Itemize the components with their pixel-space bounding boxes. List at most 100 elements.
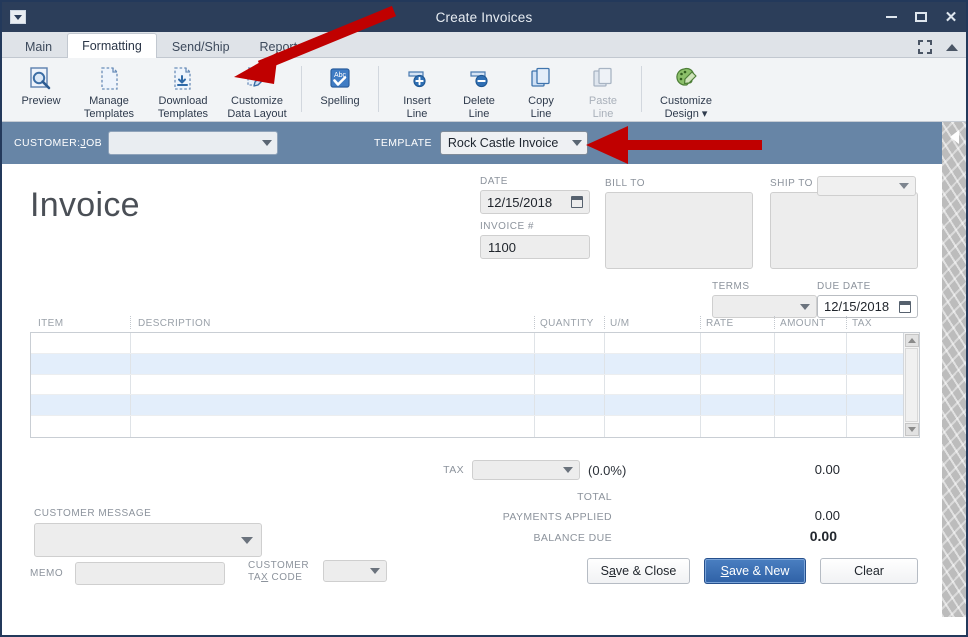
column-header-item: ITEM [38, 318, 64, 329]
chevron-down-icon [899, 183, 909, 189]
clear-label: Clear [854, 564, 884, 578]
scrollbar-thumb[interactable] [905, 348, 918, 422]
paste-line-button[interactable]: Paste Line [572, 62, 634, 120]
customer-tax-code-group: CUSTOMER TAX CODE [248, 560, 388, 584]
line-items-grid[interactable] [30, 332, 920, 438]
bill-to-textarea[interactable] [605, 192, 753, 269]
terms-label: TERMS [712, 281, 750, 292]
delete-line-button[interactable]: Delete Line [448, 62, 510, 120]
chevron-up-icon[interactable] [946, 43, 958, 51]
create-invoices-window: Create Invoices ✕ Main Formatting Send/S… [0, 0, 968, 637]
history-side-panel[interactable] [942, 122, 966, 617]
calendar-icon[interactable] [571, 196, 583, 208]
tab-strip-actions [918, 40, 958, 54]
spelling-button-label: Spelling [320, 95, 360, 107]
line-items-column-headers: ITEM DESCRIPTION QUANTITY U/M RATE AMOUN… [30, 314, 920, 332]
due-date-value: 12/15/2018 [824, 299, 890, 314]
expand-icon[interactable] [918, 40, 932, 54]
bill-to-field-group: BILL TO [605, 178, 753, 269]
preview-button-label: Preview [21, 95, 61, 107]
spelling-button[interactable]: Abc Spelling [309, 62, 371, 108]
invoice-number-input[interactable]: 1100 [480, 235, 590, 259]
customize-data-layout-button[interactable]: Customize Data Layout [220, 62, 294, 120]
customer-tax-code-dropdown[interactable] [323, 560, 388, 582]
scroll-up-arrow-icon[interactable] [904, 334, 919, 347]
table-row[interactable] [31, 353, 903, 375]
table-row[interactable] [31, 374, 903, 396]
chevron-left-icon[interactable] [949, 130, 959, 144]
customer-tax-code-label: CUSTOMER TAX CODE [248, 560, 310, 583]
download-templates-button[interactable]: Download Templates [146, 62, 220, 120]
column-header-rate: RATE [706, 318, 734, 329]
customize-design-button[interactable]: Customize Design ▾ [649, 62, 723, 120]
copy-line-button[interactable]: Copy Line [510, 62, 572, 120]
tax-dropdown[interactable] [472, 460, 580, 480]
tab-formatting[interactable]: Formatting [67, 33, 157, 58]
insert-line-icon [404, 65, 430, 93]
balance-due-amount: 0.00 [809, 528, 837, 544]
maximize-button[interactable] [912, 8, 930, 26]
window-controls: ✕ [882, 2, 960, 32]
column-divider [700, 316, 701, 329]
close-button[interactable]: ✕ [942, 8, 960, 26]
ship-to-address-dropdown[interactable] [817, 176, 916, 196]
save-and-close-button[interactable]: Save & Close [587, 558, 690, 584]
table-row[interactable] [31, 333, 903, 354]
terms-field-group: TERMS [712, 281, 817, 318]
column-divider [774, 316, 775, 329]
scroll-down-arrow-icon[interactable] [904, 423, 919, 436]
table-row[interactable] [31, 416, 903, 437]
chevron-down-icon [241, 536, 253, 544]
ribbon-group-templates: Preview Manage Templates Download Templa… [10, 62, 294, 120]
manage-templates-icon [96, 65, 122, 93]
customer-message-group: CUSTOMER MESSAGE [34, 508, 262, 557]
ribbon-group-spelling: Abc Spelling [309, 62, 371, 120]
ribbon-separator-3 [641, 66, 642, 112]
payments-applied-label: PAYMENTS APPLIED [502, 511, 612, 523]
column-header-amount: AMOUNT [780, 318, 826, 329]
memo-label: MEMO [30, 568, 64, 579]
title-bar: Create Invoices ✕ [2, 2, 966, 32]
table-row[interactable] [31, 395, 903, 417]
preview-magnifier-icon [28, 65, 54, 93]
date-label: DATE [480, 176, 508, 187]
ribbon-tab-strip: Main Formatting Send/Ship Reports [2, 32, 966, 58]
insert-line-button[interactable]: Insert Line [386, 62, 448, 120]
tax-row: TAX (0.0%) [442, 460, 626, 480]
due-date-field-group: DUE DATE 12/15/2018 [817, 281, 918, 318]
memo-input[interactable] [75, 562, 226, 585]
preview-button[interactable]: Preview [10, 62, 72, 108]
column-header-description: DESCRIPTION [138, 318, 211, 329]
spelling-abc-check-icon: Abc [327, 65, 353, 93]
calendar-icon[interactable] [899, 300, 911, 313]
column-divider [130, 316, 131, 329]
tab-reports[interactable]: Reports [245, 35, 319, 57]
tab-send-ship[interactable]: Send/Ship [157, 35, 245, 57]
customer-job-dropdown[interactable] [108, 131, 279, 155]
customize-design-button-label: Customize Design ▾ [660, 95, 712, 120]
minimize-button[interactable] [882, 8, 900, 26]
customer-message-dropdown[interactable] [34, 523, 262, 557]
ship-to-textarea[interactable] [770, 192, 918, 269]
due-date-label: DUE DATE [817, 281, 871, 292]
tax-label: TAX [443, 464, 464, 476]
line-items-scrollbar[interactable] [903, 333, 919, 437]
date-field-group: DATE 12/15/2018 [480, 176, 590, 214]
tab-main[interactable]: Main [10, 35, 67, 57]
save-and-new-label: Save & New [720, 564, 790, 578]
date-input[interactable]: 12/15/2018 [480, 190, 590, 214]
template-section: TEMPLATE Rock Castle Invoice [374, 131, 588, 155]
manage-templates-button[interactable]: Manage Templates [72, 62, 146, 120]
column-divider [604, 316, 605, 329]
template-dropdown[interactable]: Rock Castle Invoice [439, 131, 588, 155]
ribbon-separator-1 [301, 66, 302, 112]
bill-to-label: BILL TO [605, 178, 646, 189]
clear-button[interactable]: Clear [820, 558, 918, 584]
page-title: Invoice [30, 186, 140, 224]
customize-data-layout-icon [244, 65, 270, 93]
customize-data-layout-button-label: Customize Data Layout [227, 95, 287, 120]
save-and-new-button[interactable]: Save & New [704, 558, 806, 584]
chevron-down-icon [370, 568, 381, 574]
payments-applied-amount: 0.00 [814, 508, 840, 523]
invoice-form: Invoice DATE 12/15/2018 INVOICE # 1100 B… [2, 164, 966, 585]
